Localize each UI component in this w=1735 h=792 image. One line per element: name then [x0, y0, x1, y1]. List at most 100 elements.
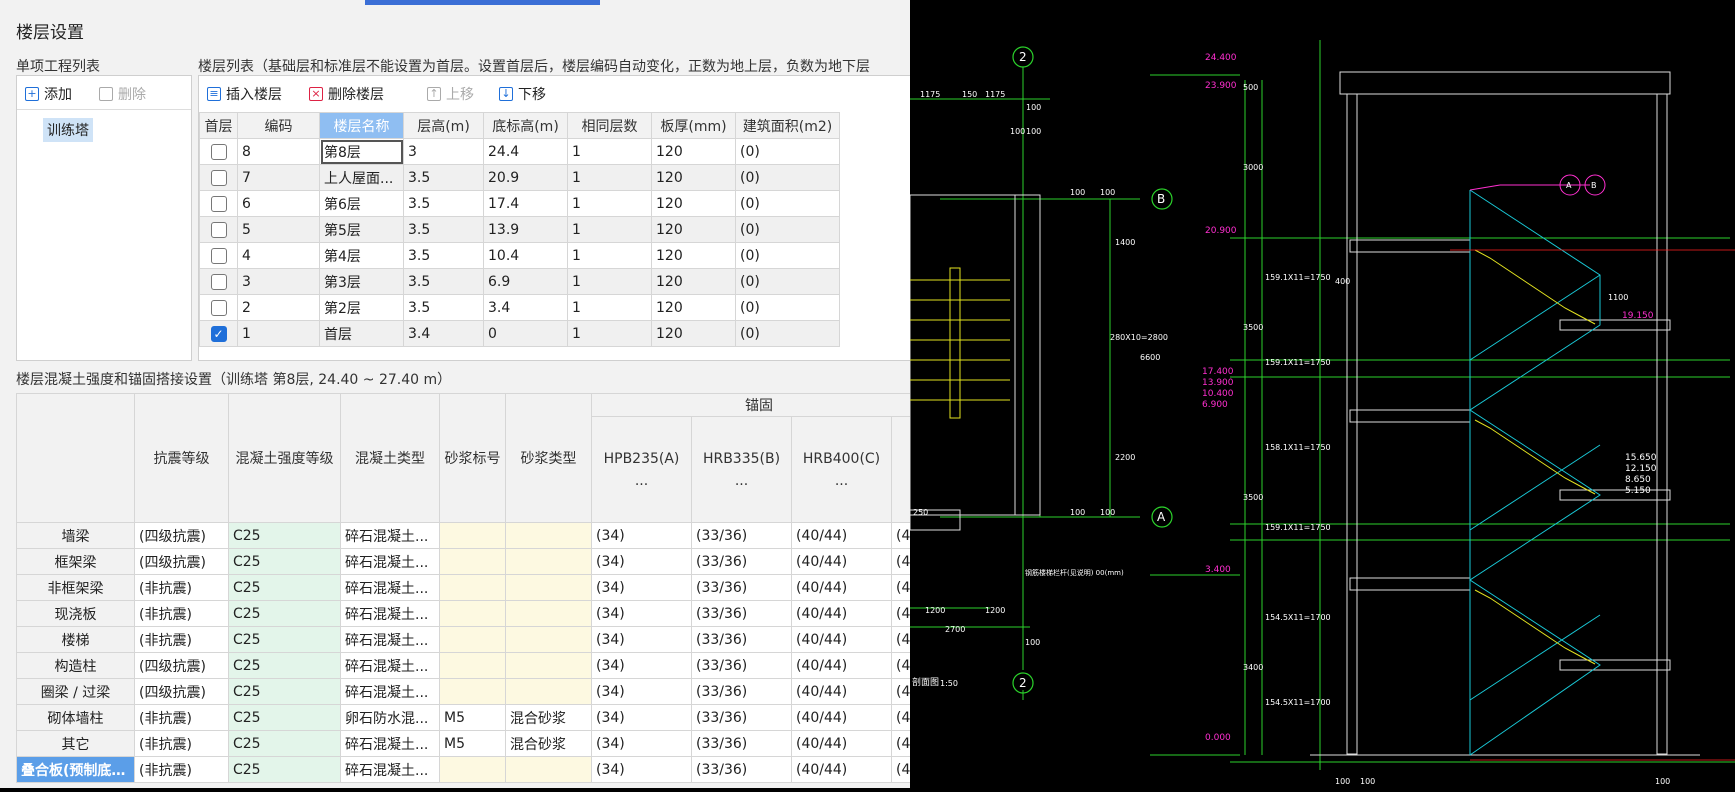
floor-cell-same[interactable]: 1 [567, 320, 652, 347]
col-header[interactable]: 砂浆类型 [505, 393, 592, 523]
anchor-cell-mortar[interactable]: M5 [439, 704, 506, 731]
add-project-button[interactable]: + 添加 [25, 84, 72, 104]
anchor-cell-mtype[interactable] [505, 678, 592, 705]
floor-cell-name[interactable]: 第8层 [319, 138, 404, 165]
anchor-cell-grade[interactable]: C25 [228, 756, 341, 783]
floor-row[interactable]: 3 第3层 3.5 6.9 1 120 (0) [199, 268, 840, 295]
first-floor-checkbox[interactable] [210, 273, 227, 290]
floor-cell-elev[interactable]: 20.9 [483, 164, 568, 191]
first-floor-checkbox-cell[interactable] [199, 294, 238, 321]
anchor-cell-b[interactable]: (33/36) [691, 730, 792, 757]
anchor-cell-seismic[interactable]: (四级抗震) [134, 522, 229, 549]
anchor-cell-mortar[interactable] [439, 678, 506, 705]
anchor-cell-c[interactable]: (40/44) [791, 704, 892, 731]
anchor-cell-c[interactable]: (40/44) [791, 730, 892, 757]
col-header-truncated[interactable] [891, 416, 910, 523]
anchor-cell-b[interactable]: (33/36) [691, 574, 792, 601]
anchor-cell-mortar[interactable]: M5 [439, 730, 506, 757]
floor-cell-code[interactable]: 7 [237, 164, 320, 191]
floor-cell-thick[interactable]: 120 [651, 268, 736, 295]
anchor-cell-mortar[interactable] [439, 756, 506, 783]
anchor-cell-d[interactable]: (4 [891, 704, 910, 731]
anchor-cell-mortar[interactable] [439, 522, 506, 549]
anchor-cell-grade[interactable]: C25 [228, 522, 341, 549]
floor-cell-same[interactable]: 1 [567, 294, 652, 321]
col-header[interactable]: 编码 [237, 112, 320, 139]
anchor-cell-type[interactable]: 碎石混凝土... [340, 626, 440, 653]
anchor-cell-type[interactable]: 碎石混凝土... [340, 600, 440, 627]
anchor-row[interactable]: 楼梯 (非抗震) C25 碎石混凝土... (34) (33/36) (40/44) (4 [16, 626, 910, 653]
anchor-cell-mtype[interactable] [505, 756, 592, 783]
floor-cell-code[interactable]: 5 [237, 216, 320, 243]
floor-cell-elev[interactable]: 24.4 [483, 138, 568, 165]
anchor-row[interactable]: 圈梁 / 过梁 (四级抗震) C25 碎石混凝土... (34) (33/36) (40/4… [16, 678, 910, 705]
first-floor-checkbox[interactable] [210, 169, 227, 186]
anchor-cell-b[interactable]: (33/36) [691, 704, 792, 731]
floor-cell-same[interactable]: 1 [567, 138, 652, 165]
anchor-cell-mtype[interactable] [505, 548, 592, 575]
anchor-cell-name[interactable]: 非框架梁 [16, 574, 135, 601]
col-header-hpb235[interactable]: HPB235(A)... [591, 416, 692, 523]
anchor-cell-c[interactable]: (40/44) [791, 522, 892, 549]
move-down-button[interactable]: ↓ 下移 [499, 84, 546, 104]
anchor-cell-b[interactable]: (33/36) [691, 522, 792, 549]
floor-cell-elev[interactable]: 13.9 [483, 216, 568, 243]
anchor-cell-c[interactable]: (40/44) [791, 626, 892, 653]
anchor-cell-mtype[interactable] [505, 574, 592, 601]
anchor-cell-grade[interactable]: C25 [228, 730, 341, 757]
floor-cell-area[interactable]: (0) [735, 216, 840, 243]
first-floor-checkbox[interactable] [210, 195, 227, 212]
col-header-selected[interactable]: 楼层名称 [319, 112, 404, 139]
cad-drawing-canvas[interactable]: 2 B A 2 A B 1175 150 1175 100 100 100 10… [909, 0, 1735, 788]
floor-cell-height[interactable]: 3.5 [403, 242, 484, 269]
anchor-cell-mtype[interactable] [505, 626, 592, 653]
col-header[interactable]: 首层 [199, 112, 238, 139]
col-header[interactable]: 建筑面积(m2) [735, 112, 840, 139]
floor-cell-name[interactable]: 第3层 [319, 268, 404, 295]
project-item-training-tower[interactable]: 训练塔 [43, 118, 93, 142]
col-header[interactable]: 板厚(mm) [651, 112, 736, 139]
anchor-cell-mortar[interactable] [439, 652, 506, 679]
floor-cell-area[interactable]: (0) [735, 294, 840, 321]
anchor-row[interactable]: 墙梁 (四级抗震) C25 碎石混凝土... (34) (33/36) (40/44) (4 [16, 522, 910, 549]
anchor-cell-seismic[interactable]: (非抗震) [134, 574, 229, 601]
first-floor-checkbox[interactable]: ✓ [210, 325, 227, 342]
floor-cell-thick[interactable]: 120 [651, 216, 736, 243]
floor-cell-area[interactable]: (0) [735, 320, 840, 347]
floor-cell-height[interactable]: 3.5 [403, 216, 484, 243]
floor-cell-height[interactable]: 3.5 [403, 190, 484, 217]
floor-cell-thick[interactable]: 120 [651, 242, 736, 269]
anchor-cell-seismic[interactable]: (四级抗震) [134, 548, 229, 575]
floor-cell-area[interactable]: (0) [735, 268, 840, 295]
anchor-cell-type[interactable]: 碎石混凝土... [340, 652, 440, 679]
anchor-cell-a[interactable]: (34) [591, 678, 692, 705]
anchor-cell-name[interactable]: 其它 [16, 730, 135, 757]
insert-floor-button[interactable]: ≡ 插入楼层 [207, 84, 282, 104]
floor-cell-height[interactable]: 3.4 [403, 320, 484, 347]
anchor-cell-name[interactable]: 楼梯 [16, 626, 135, 653]
floor-cell-same[interactable]: 1 [567, 164, 652, 191]
anchor-cell-mtype[interactable] [505, 600, 592, 627]
anchor-cell-c[interactable]: (40/44) [791, 652, 892, 679]
anchor-cell-type[interactable]: 碎石混凝土... [340, 756, 440, 783]
anchor-cell-b[interactable]: (33/36) [691, 548, 792, 575]
anchor-row[interactable]: 框架梁 (四级抗震) C25 碎石混凝土... (34) (33/36) (40/44) (4 [16, 548, 910, 575]
floor-cell-height[interactable]: 3 [403, 138, 484, 165]
first-floor-checkbox[interactable] [210, 221, 227, 238]
anchor-cell-mortar[interactable] [439, 600, 506, 627]
floor-cell-code[interactable]: 8 [237, 138, 320, 165]
anchor-cell-seismic[interactable]: (非抗震) [134, 626, 229, 653]
col-header-hrb400[interactable]: HRB400(C)... [791, 416, 892, 523]
anchor-row[interactable]: 叠合板(预制底板) (非抗震) C25 碎石混凝土... (34) (33/36) (40/… [16, 756, 910, 783]
floor-cell-code[interactable]: 2 [237, 294, 320, 321]
floor-cell-name[interactable]: 第2层 [319, 294, 404, 321]
delete-project-button[interactable]: 删除 [99, 84, 146, 104]
floor-cell-area[interactable]: (0) [735, 164, 840, 191]
anchor-cell-a[interactable]: (34) [591, 756, 692, 783]
floor-cell-thick[interactable]: 120 [651, 164, 736, 191]
anchor-cell-seismic[interactable]: (四级抗震) [134, 652, 229, 679]
floor-cell-elev[interactable]: 3.4 [483, 294, 568, 321]
floor-row[interactable]: 6 第6层 3.5 17.4 1 120 (0) [199, 190, 840, 217]
col-header[interactable]: 混凝土类型 [340, 393, 440, 523]
anchor-cell-mtype[interactable] [505, 652, 592, 679]
